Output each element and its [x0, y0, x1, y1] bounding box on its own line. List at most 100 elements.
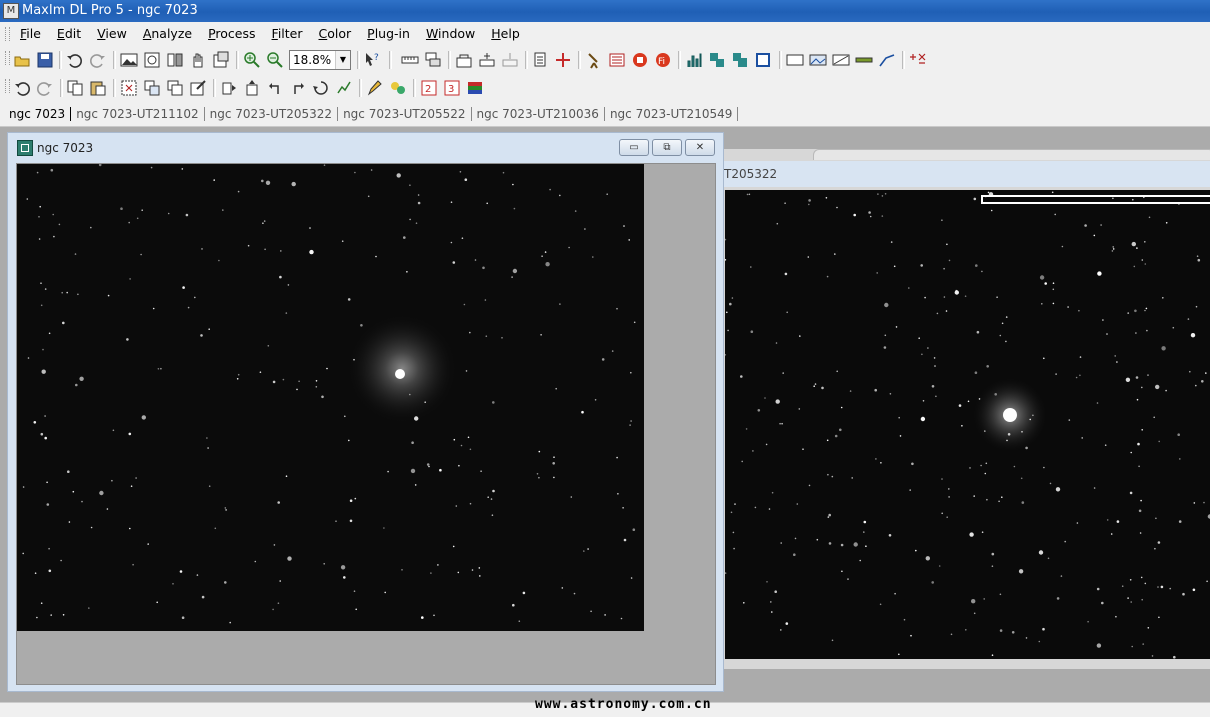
menu-edit[interactable]: Edit	[49, 22, 89, 46]
star	[794, 537, 797, 540]
window-tile-icon[interactable]	[708, 51, 726, 69]
star	[985, 462, 988, 465]
minimize-button[interactable]: ▭	[619, 139, 649, 156]
camera-control-icon[interactable]	[608, 51, 626, 69]
redo-icon[interactable]	[89, 51, 107, 69]
paste-icon[interactable]	[89, 79, 107, 97]
calibrate-icon[interactable]	[455, 51, 473, 69]
save-icon[interactable]	[36, 51, 54, 69]
image-icon[interactable]	[120, 51, 138, 69]
rotate-left-icon[interactable]	[266, 79, 284, 97]
stack-icon[interactable]	[424, 51, 442, 69]
image-window-active[interactable]: ngc 7023 ▭ ⧉ ✕	[7, 132, 724, 692]
picture-icon[interactable]	[809, 51, 827, 69]
star	[335, 520, 337, 522]
star	[348, 439, 350, 442]
window-square-icon[interactable]	[754, 51, 772, 69]
svg-text:2: 2	[425, 84, 431, 95]
app-icon[interactable]: M	[3, 3, 19, 19]
toolbar-grip[interactable]	[5, 51, 10, 65]
zoom-out-icon[interactable]	[266, 51, 284, 69]
menu-plugin[interactable]: Plug-in	[359, 22, 418, 46]
undo-icon-2[interactable]	[13, 79, 31, 97]
star	[964, 295, 967, 297]
combine-icon[interactable]	[501, 51, 519, 69]
sharpen-icon[interactable]	[335, 79, 353, 97]
rgb-channels-icon[interactable]	[466, 79, 484, 97]
telescope-icon[interactable]	[585, 51, 603, 69]
color-balance-icon[interactable]	[389, 79, 407, 97]
rotate-right-icon[interactable]	[289, 79, 307, 97]
edit-image-icon[interactable]	[189, 79, 207, 97]
doc-tab[interactable]: ngc 7023-UT205322	[205, 107, 339, 121]
zoom-in-icon[interactable]	[243, 51, 261, 69]
duplicate-icon[interactable]	[166, 79, 184, 97]
curves-icon[interactable]	[832, 51, 850, 69]
filter-wheel-icon[interactable]: Fi	[654, 51, 672, 69]
menu-window[interactable]: Window	[418, 22, 483, 46]
close-button[interactable]: ✕	[685, 139, 715, 156]
screen-stretch-icon[interactable]	[786, 51, 804, 69]
copy-icon[interactable]	[66, 79, 84, 97]
slider-icon[interactable]	[855, 51, 873, 69]
star	[784, 272, 788, 276]
menu-grip[interactable]	[5, 27, 10, 41]
star	[42, 348, 44, 351]
zoom-select[interactable]: 18.8% ▼	[289, 50, 351, 70]
flip-icon[interactable]	[166, 51, 184, 69]
hand-icon[interactable]	[189, 51, 207, 69]
stop-icon[interactable]	[631, 51, 649, 69]
star	[349, 519, 353, 523]
image-window-background[interactable]: T205322	[718, 149, 1210, 669]
doc-tab[interactable]: ngc 7023-UT205522	[338, 107, 472, 121]
restore-button[interactable]: ⧉	[652, 139, 682, 156]
doc-tab[interactable]: ngc 7023-UT211102	[71, 107, 205, 121]
pixel-math-icon[interactable]	[909, 51, 927, 69]
menu-help[interactable]: Help	[483, 22, 528, 46]
redo-icon-2[interactable]	[36, 79, 54, 97]
flip-horizontal-icon[interactable]	[220, 79, 238, 97]
star	[182, 286, 185, 289]
menu-view[interactable]: View	[89, 22, 135, 46]
bin-icon[interactable]	[120, 79, 138, 97]
three-color-icon[interactable]: 3	[443, 79, 461, 97]
doc-tab-active[interactable]: ngc 7023	[0, 107, 72, 121]
star	[450, 241, 453, 244]
menu-analyze[interactable]: Analyze	[135, 22, 200, 46]
toolbar-grip-2[interactable]	[5, 79, 10, 93]
menu-color[interactable]: Color	[311, 22, 360, 46]
two-color-icon[interactable]: 2	[420, 79, 438, 97]
selection-rectangle[interactable]	[981, 195, 1210, 204]
star	[98, 164, 102, 167]
properties-icon[interactable]	[212, 51, 230, 69]
open-icon[interactable]	[13, 51, 31, 69]
crosshair-icon[interactable]	[554, 51, 572, 69]
histogram-icon[interactable]	[685, 51, 703, 69]
doc-tab[interactable]: ngc 7023-UT210036	[472, 107, 605, 121]
star	[75, 383, 78, 387]
ruler-icon[interactable]	[401, 51, 419, 69]
menu-file[interactable]: File	[12, 22, 49, 46]
rotate-icon[interactable]	[312, 79, 330, 97]
undo-icon[interactable]	[65, 51, 83, 69]
image-window-caption[interactable]: ngc 7023 ▭ ⧉ ✕	[8, 133, 723, 161]
copy-doc-icon[interactable]	[531, 51, 549, 69]
star	[33, 421, 37, 424]
crop-icon[interactable]	[143, 51, 161, 69]
window-cascade-icon[interactable]	[731, 51, 749, 69]
menu-filter[interactable]: Filter	[264, 22, 311, 46]
context-help-icon[interactable]: ?	[364, 51, 382, 69]
pencil-icon[interactable]	[366, 79, 384, 97]
astro-image[interactable]	[17, 164, 644, 631]
chevron-down-icon[interactable]: ▼	[335, 51, 350, 69]
image-window-2-caption[interactable]: T205322	[718, 161, 1210, 187]
resize-icon[interactable]	[143, 79, 161, 97]
align-icon[interactable]	[478, 51, 496, 69]
flip-vertical-icon[interactable]	[243, 79, 261, 97]
star	[726, 311, 728, 314]
astro-image-2[interactable]	[725, 190, 1210, 659]
doc-tab[interactable]: ngc 7023-UT210549	[605, 107, 739, 121]
curve-tool-icon[interactable]	[878, 51, 896, 69]
star	[786, 311, 788, 314]
menu-process[interactable]: Process	[200, 22, 263, 46]
